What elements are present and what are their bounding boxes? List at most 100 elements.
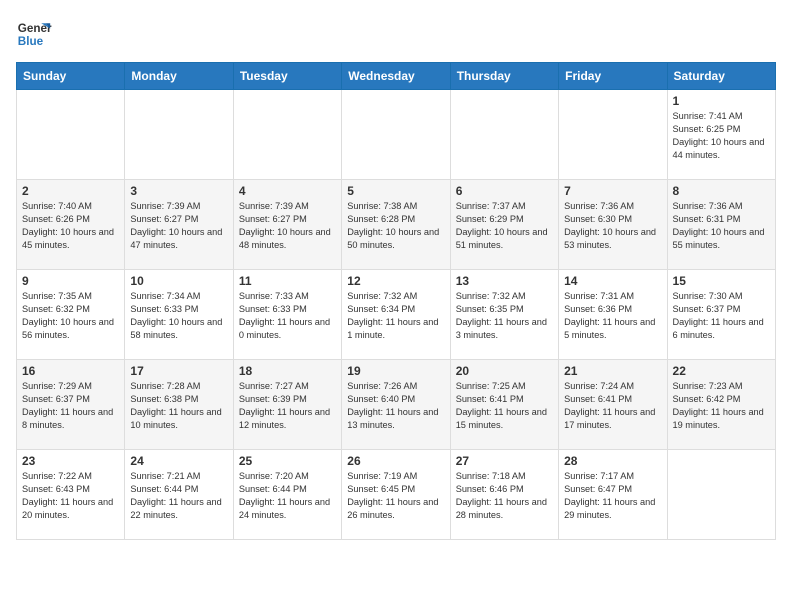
- calendar-cell: 7 Sunrise: 7:36 AM Sunset: 6:30 PM Daylig…: [559, 180, 667, 270]
- day-info: Sunrise: 7:41 AM Sunset: 6:25 PM Dayligh…: [673, 110, 770, 162]
- calendar-cell: 10 Sunrise: 7:34 AM Sunset: 6:33 PM Dayli…: [125, 270, 233, 360]
- day-number: 5: [347, 184, 444, 198]
- calendar-cell: 25 Sunrise: 7:20 AM Sunset: 6:44 PM Dayli…: [233, 450, 341, 540]
- day-info: Sunrise: 7:39 AM Sunset: 6:27 PM Dayligh…: [239, 200, 336, 252]
- day-info: Sunrise: 7:32 AM Sunset: 6:34 PM Dayligh…: [347, 290, 444, 342]
- day-number: 2: [22, 184, 119, 198]
- day-number: 21: [564, 364, 661, 378]
- day-number: 1: [673, 94, 770, 108]
- weekday-header-thursday: Thursday: [450, 63, 558, 90]
- calendar-week-3: 9 Sunrise: 7:35 AM Sunset: 6:32 PM Daylig…: [17, 270, 776, 360]
- calendar-cell: [17, 90, 125, 180]
- calendar-cell: [342, 90, 450, 180]
- day-info: Sunrise: 7:38 AM Sunset: 6:28 PM Dayligh…: [347, 200, 444, 252]
- day-number: 23: [22, 454, 119, 468]
- day-info: Sunrise: 7:39 AM Sunset: 6:27 PM Dayligh…: [130, 200, 227, 252]
- day-number: 19: [347, 364, 444, 378]
- calendar-cell: 23 Sunrise: 7:22 AM Sunset: 6:43 PM Dayli…: [17, 450, 125, 540]
- calendar-cell: [667, 450, 775, 540]
- day-info: Sunrise: 7:24 AM Sunset: 6:41 PM Dayligh…: [564, 380, 661, 432]
- day-info: Sunrise: 7:36 AM Sunset: 6:30 PM Dayligh…: [564, 200, 661, 252]
- calendar-cell: 18Sunrise: 7:27 AM Sunset: 6:39 PM Dayli…: [233, 360, 341, 450]
- calendar-cell: 26Sunrise: 7:19 AM Sunset: 6:45 PM Dayli…: [342, 450, 450, 540]
- day-info: Sunrise: 7:32 AM Sunset: 6:35 PM Dayligh…: [456, 290, 553, 342]
- day-number: 4: [239, 184, 336, 198]
- calendar-cell: [450, 90, 558, 180]
- logo: General Blue: [16, 16, 52, 52]
- calendar-week-1: 1 Sunrise: 7:41 AM Sunset: 6:25 PM Daylig…: [17, 90, 776, 180]
- day-info: Sunrise: 7:20 AM Sunset: 6:44 PM Dayligh…: [239, 470, 336, 522]
- day-number: 9: [22, 274, 119, 288]
- calendar-cell: 22 Sunrise: 7:23 AM Sunset: 6:42 PM Dayli…: [667, 360, 775, 450]
- day-info: Sunrise: 7:26 AM Sunset: 6:40 PM Dayligh…: [347, 380, 444, 432]
- calendar-cell: 27 Sunrise: 7:18 AM Sunset: 6:46 PM Dayli…: [450, 450, 558, 540]
- calendar-cell: 28 Sunrise: 7:17 AM Sunset: 6:47 PM Dayli…: [559, 450, 667, 540]
- weekday-header-sunday: Sunday: [17, 63, 125, 90]
- day-number: 6: [456, 184, 553, 198]
- svg-text:Blue: Blue: [18, 35, 44, 48]
- day-number: 15: [673, 274, 770, 288]
- calendar-cell: 20 Sunrise: 7:25 AM Sunset: 6:41 PM Dayli…: [450, 360, 558, 450]
- day-info: Sunrise: 7:28 AM Sunset: 6:38 PM Dayligh…: [130, 380, 227, 432]
- day-info: Sunrise: 7:22 AM Sunset: 6:43 PM Dayligh…: [22, 470, 119, 522]
- day-info: Sunrise: 7:29 AM Sunset: 6:37 PM Dayligh…: [22, 380, 119, 432]
- day-info: Sunrise: 7:34 AM Sunset: 6:33 PM Dayligh…: [130, 290, 227, 342]
- calendar-cell: 21 Sunrise: 7:24 AM Sunset: 6:41 PM Dayli…: [559, 360, 667, 450]
- calendar-cell: 2 Sunrise: 7:40 AM Sunset: 6:26 PM Daylig…: [17, 180, 125, 270]
- day-info: Sunrise: 7:27 AM Sunset: 6:39 PM Dayligh…: [239, 380, 336, 432]
- day-info: Sunrise: 7:25 AM Sunset: 6:41 PM Dayligh…: [456, 380, 553, 432]
- calendar-cell: [125, 90, 233, 180]
- calendar-week-2: 2 Sunrise: 7:40 AM Sunset: 6:26 PM Daylig…: [17, 180, 776, 270]
- day-number: 13: [456, 274, 553, 288]
- calendar-cell: 6 Sunrise: 7:37 AM Sunset: 6:29 PM Daylig…: [450, 180, 558, 270]
- calendar-cell: 16Sunrise: 7:29 AM Sunset: 6:37 PM Dayli…: [17, 360, 125, 450]
- day-number: 12: [347, 274, 444, 288]
- calendar-cell: 4 Sunrise: 7:39 AM Sunset: 6:27 PM Daylig…: [233, 180, 341, 270]
- weekday-header-row: SundayMondayTuesdayWednesdayThursdayFrid…: [17, 63, 776, 90]
- day-number: 17: [130, 364, 227, 378]
- day-number: 20: [456, 364, 553, 378]
- day-info: Sunrise: 7:40 AM Sunset: 6:26 PM Dayligh…: [22, 200, 119, 252]
- calendar-cell: [233, 90, 341, 180]
- calendar-cell: 12 Sunrise: 7:32 AM Sunset: 6:34 PM Dayli…: [342, 270, 450, 360]
- day-number: 22: [673, 364, 770, 378]
- calendar-table: SundayMondayTuesdayWednesdayThursdayFrid…: [16, 62, 776, 540]
- day-info: Sunrise: 7:31 AM Sunset: 6:36 PM Dayligh…: [564, 290, 661, 342]
- weekday-header-monday: Monday: [125, 63, 233, 90]
- weekday-header-saturday: Saturday: [667, 63, 775, 90]
- calendar-cell: 9 Sunrise: 7:35 AM Sunset: 6:32 PM Daylig…: [17, 270, 125, 360]
- day-info: Sunrise: 7:33 AM Sunset: 6:33 PM Dayligh…: [239, 290, 336, 342]
- day-number: 28: [564, 454, 661, 468]
- calendar-cell: 17 Sunrise: 7:28 AM Sunset: 6:38 PM Dayli…: [125, 360, 233, 450]
- calendar-cell: 8Sunrise: 7:36 AM Sunset: 6:31 PM Daylig…: [667, 180, 775, 270]
- day-info: Sunrise: 7:35 AM Sunset: 6:32 PM Dayligh…: [22, 290, 119, 342]
- calendar-week-4: 16Sunrise: 7:29 AM Sunset: 6:37 PM Dayli…: [17, 360, 776, 450]
- calendar-cell: 13 Sunrise: 7:32 AM Sunset: 6:35 PM Dayli…: [450, 270, 558, 360]
- calendar-cell: 11 Sunrise: 7:33 AM Sunset: 6:33 PM Dayli…: [233, 270, 341, 360]
- day-number: 14: [564, 274, 661, 288]
- calendar-cell: 15 Sunrise: 7:30 AM Sunset: 6:37 PM Dayli…: [667, 270, 775, 360]
- day-number: 24: [130, 454, 227, 468]
- day-info: Sunrise: 7:37 AM Sunset: 6:29 PM Dayligh…: [456, 200, 553, 252]
- day-info: Sunrise: 7:30 AM Sunset: 6:37 PM Dayligh…: [673, 290, 770, 342]
- weekday-header-friday: Friday: [559, 63, 667, 90]
- day-info: Sunrise: 7:18 AM Sunset: 6:46 PM Dayligh…: [456, 470, 553, 522]
- day-number: 27: [456, 454, 553, 468]
- calendar-week-5: 23 Sunrise: 7:22 AM Sunset: 6:43 PM Dayli…: [17, 450, 776, 540]
- day-number: 10: [130, 274, 227, 288]
- day-number: 7: [564, 184, 661, 198]
- day-info: Sunrise: 7:36 AM Sunset: 6:31 PM Dayligh…: [673, 200, 770, 252]
- calendar-cell: 3 Sunrise: 7:39 AM Sunset: 6:27 PM Daylig…: [125, 180, 233, 270]
- day-number: 25: [239, 454, 336, 468]
- day-number: 3: [130, 184, 227, 198]
- calendar-cell: 1 Sunrise: 7:41 AM Sunset: 6:25 PM Daylig…: [667, 90, 775, 180]
- logo-icon: General Blue: [16, 16, 52, 52]
- day-number: 11: [239, 274, 336, 288]
- day-info: Sunrise: 7:19 AM Sunset: 6:45 PM Dayligh…: [347, 470, 444, 522]
- page-header: General Blue: [16, 16, 776, 52]
- day-info: Sunrise: 7:17 AM Sunset: 6:47 PM Dayligh…: [564, 470, 661, 522]
- day-info: Sunrise: 7:23 AM Sunset: 6:42 PM Dayligh…: [673, 380, 770, 432]
- calendar-cell: 14 Sunrise: 7:31 AM Sunset: 6:36 PM Dayli…: [559, 270, 667, 360]
- calendar-cell: 5 Sunrise: 7:38 AM Sunset: 6:28 PM Daylig…: [342, 180, 450, 270]
- calendar-cell: [559, 90, 667, 180]
